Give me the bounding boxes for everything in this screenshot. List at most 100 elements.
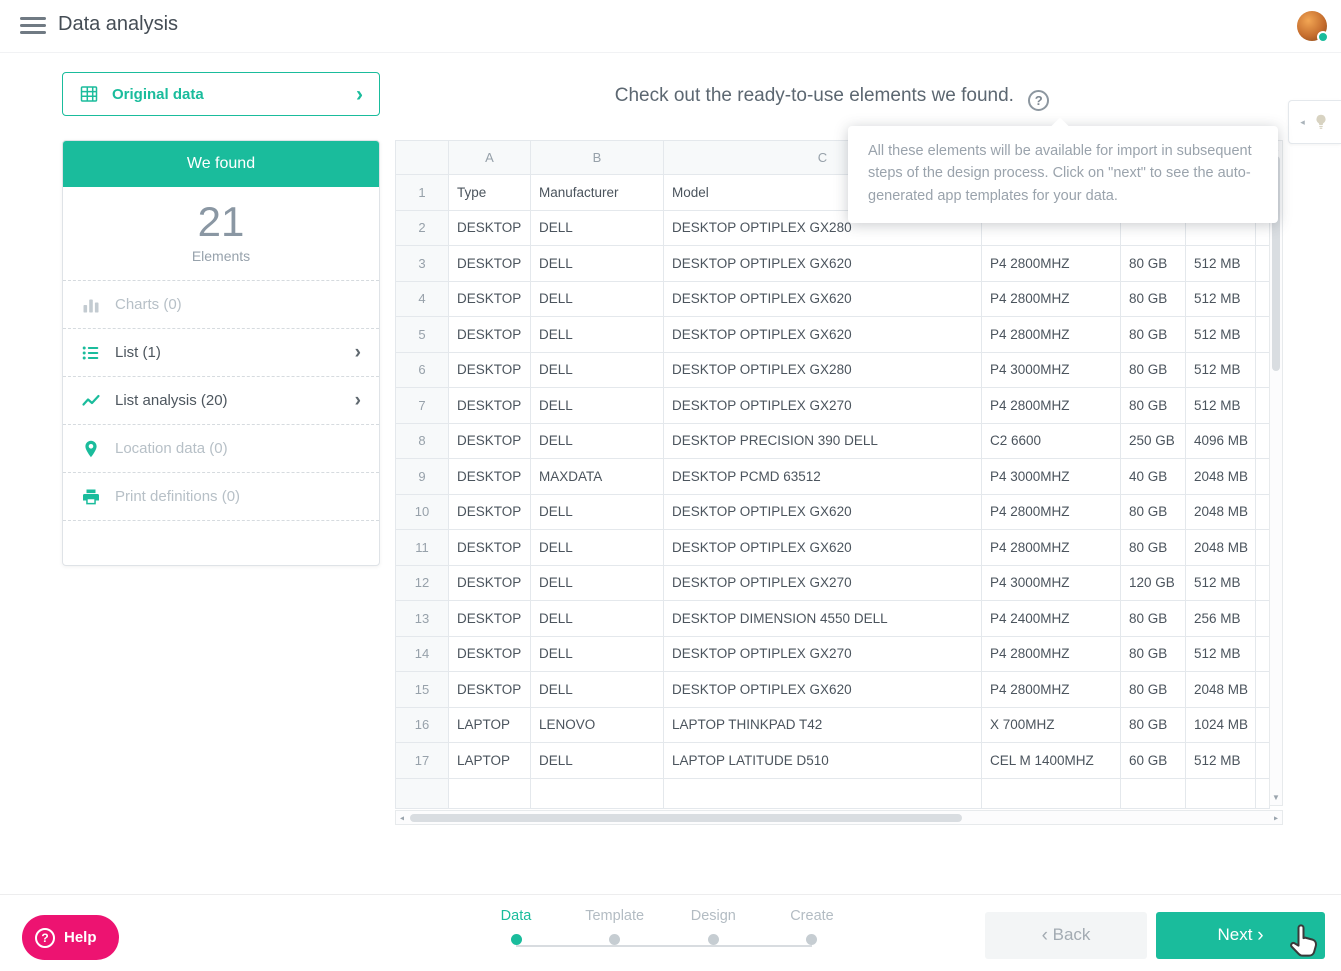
online-status-dot bbox=[1317, 31, 1329, 43]
element-list-item[interactable]: List analysis (20)› bbox=[63, 377, 379, 425]
help-button-label: Help bbox=[64, 929, 97, 946]
next-button[interactable]: Next › bbox=[1156, 912, 1325, 959]
location-pin-icon bbox=[81, 439, 101, 459]
sheet-cell: DESKTOP bbox=[449, 423, 531, 459]
sheet-cell bbox=[1256, 530, 1270, 566]
sheet-cell: 512 MB bbox=[1186, 352, 1256, 388]
elements-count-label: Elements bbox=[81, 248, 361, 264]
sheet-cell: DESKTOP bbox=[449, 210, 531, 246]
sheet-cell: 80 GB bbox=[1121, 707, 1186, 743]
sheet-cell: 80 GB bbox=[1121, 317, 1186, 353]
info-tooltip: All these elements will be available for… bbox=[848, 126, 1278, 223]
step-label: Data bbox=[501, 908, 532, 928]
sheet-cell: DESKTOP PRECISION 390 DELL bbox=[664, 423, 982, 459]
sheet-cell: 512 MB bbox=[1186, 565, 1256, 601]
sheet-cell: P4 3000MHZ bbox=[982, 565, 1121, 601]
sheet-cell bbox=[1256, 565, 1270, 601]
chevron-left-icon: ‹ bbox=[1042, 925, 1048, 946]
sheet-cell: DESKTOP OPTIPLEX GX270 bbox=[664, 636, 982, 672]
sheet-cell: DELL bbox=[531, 636, 664, 672]
sheet-cell: P4 2800MHZ bbox=[982, 388, 1121, 424]
help-circle-icon[interactable]: ? bbox=[1028, 90, 1049, 111]
sheet-cell: P4 2800MHZ bbox=[982, 281, 1121, 317]
sheet-cell: P4 3000MHZ bbox=[982, 459, 1121, 495]
sheet-cell: CEL M 1400MHZ bbox=[982, 743, 1121, 779]
element-list-item: Location data (0) bbox=[63, 425, 379, 473]
line-chart-icon bbox=[81, 391, 101, 411]
sheet-cell: 512 MB bbox=[1186, 246, 1256, 282]
scroll-down-icon[interactable]: ▼ bbox=[1270, 793, 1282, 802]
avatar[interactable] bbox=[1297, 11, 1327, 41]
sheet-cell: 80 GB bbox=[1121, 388, 1186, 424]
sheet-row: 4DESKTOPDELLDESKTOP OPTIPLEX GX620P4 280… bbox=[396, 281, 1270, 317]
sheet-cell: 80 GB bbox=[1121, 530, 1186, 566]
sheet-cell bbox=[1256, 317, 1270, 353]
next-button-label: Next bbox=[1217, 925, 1252, 944]
step-template[interactable]: Template bbox=[577, 908, 653, 960]
sheet-cell: MAXDATA bbox=[531, 459, 664, 495]
spreadsheet: ABCDEFG 1TypeManufacturerModel2DESKTOPDE… bbox=[395, 140, 1270, 809]
sheet-cell: 512 MB bbox=[1186, 317, 1256, 353]
step-label: Create bbox=[790, 908, 834, 928]
step-data[interactable]: Data bbox=[478, 908, 554, 960]
sheet-cell: DESKTOP bbox=[449, 459, 531, 495]
sheet-row: 17LAPTOPDELLLAPTOP LATITUDE D510CEL M 14… bbox=[396, 743, 1270, 779]
original-data-label: Original data bbox=[112, 86, 343, 103]
sheet-corner-cell bbox=[396, 141, 449, 175]
horizontal-scroll-thumb[interactable] bbox=[410, 814, 962, 822]
sheet-cell: Type bbox=[449, 175, 531, 211]
tips-panel-toggle[interactable]: ◂ bbox=[1288, 100, 1341, 144]
sheet-cell bbox=[449, 778, 531, 808]
sheet-cell: 512 MB bbox=[1186, 388, 1256, 424]
back-button[interactable]: ‹ Back bbox=[985, 912, 1147, 959]
sheet-cell: DELL bbox=[531, 388, 664, 424]
scroll-right-icon[interactable]: ▸ bbox=[1274, 813, 1278, 822]
sheet-cell: DESKTOP OPTIPLEX GX620 bbox=[664, 281, 982, 317]
wizard-stepper: Data Template Design Create bbox=[478, 908, 850, 960]
sheet-cell: DESKTOP OPTIPLEX GX280 bbox=[664, 352, 982, 388]
step-design[interactable]: Design bbox=[675, 908, 751, 960]
sheet-row: 12DESKTOPDELLDESKTOP OPTIPLEX GX270P4 30… bbox=[396, 565, 1270, 601]
sheet-cell: 2048 MB bbox=[1186, 494, 1256, 530]
sheet-row-number: 12 bbox=[396, 565, 449, 601]
scroll-left-icon[interactable]: ◂ bbox=[400, 813, 404, 822]
horizontal-scrollbar[interactable]: ◂ ▸ bbox=[395, 810, 1283, 825]
element-list-item-label: Location data (0) bbox=[115, 440, 361, 457]
original-data-button[interactable]: Original data › bbox=[62, 72, 380, 116]
sheet-cell bbox=[1256, 601, 1270, 637]
sheet-cell: P4 2800MHZ bbox=[982, 636, 1121, 672]
sheet-cell bbox=[1256, 707, 1270, 743]
sheet-cell bbox=[1256, 246, 1270, 282]
sheet-cell: P4 2800MHZ bbox=[982, 317, 1121, 353]
step-dot bbox=[511, 934, 522, 945]
sheet-cell bbox=[1256, 672, 1270, 708]
element-list-item[interactable]: List (1)› bbox=[63, 329, 379, 377]
help-button[interactable]: ? Help bbox=[22, 915, 119, 960]
chevron-right-icon: › bbox=[355, 343, 361, 362]
sheet-row-number bbox=[396, 778, 449, 808]
sheet-cell: P4 2800MHZ bbox=[982, 672, 1121, 708]
vertical-scrollbar[interactable]: ▲ ▼ bbox=[1269, 140, 1283, 806]
main-heading-text: Check out the ready-to-use elements we f… bbox=[615, 85, 1014, 106]
sheet-cell: Manufacturer bbox=[531, 175, 664, 211]
sheet-cell bbox=[1256, 743, 1270, 779]
sheet-row: 3DESKTOPDELLDESKTOP OPTIPLEX GX620P4 280… bbox=[396, 246, 1270, 282]
sheet-cell: 80 GB bbox=[1121, 352, 1186, 388]
step-dot bbox=[609, 934, 620, 945]
we-found-card: We found 21 Elements Charts (0)List (1)›… bbox=[62, 140, 380, 566]
sheet-cell: C2 6600 bbox=[982, 423, 1121, 459]
sheet-cell: P4 2400MHZ bbox=[982, 601, 1121, 637]
sheet-cell: DELL bbox=[531, 672, 664, 708]
sheet-cell: DESKTOP OPTIPLEX GX620 bbox=[664, 530, 982, 566]
sheet-cell bbox=[1256, 281, 1270, 317]
sheet-cell: 2048 MB bbox=[1186, 459, 1256, 495]
card-filler bbox=[63, 521, 379, 565]
chevron-right-icon: › bbox=[1257, 925, 1263, 946]
step-create[interactable]: Create bbox=[774, 908, 850, 960]
menu-icon[interactable] bbox=[20, 17, 46, 34]
sheet-row-number: 5 bbox=[396, 317, 449, 353]
sheet-cell: 1024 MB bbox=[1186, 707, 1256, 743]
sheet-cell: DELL bbox=[531, 281, 664, 317]
help-question-icon: ? bbox=[35, 928, 55, 948]
sheet-cell: 250 GB bbox=[1121, 423, 1186, 459]
